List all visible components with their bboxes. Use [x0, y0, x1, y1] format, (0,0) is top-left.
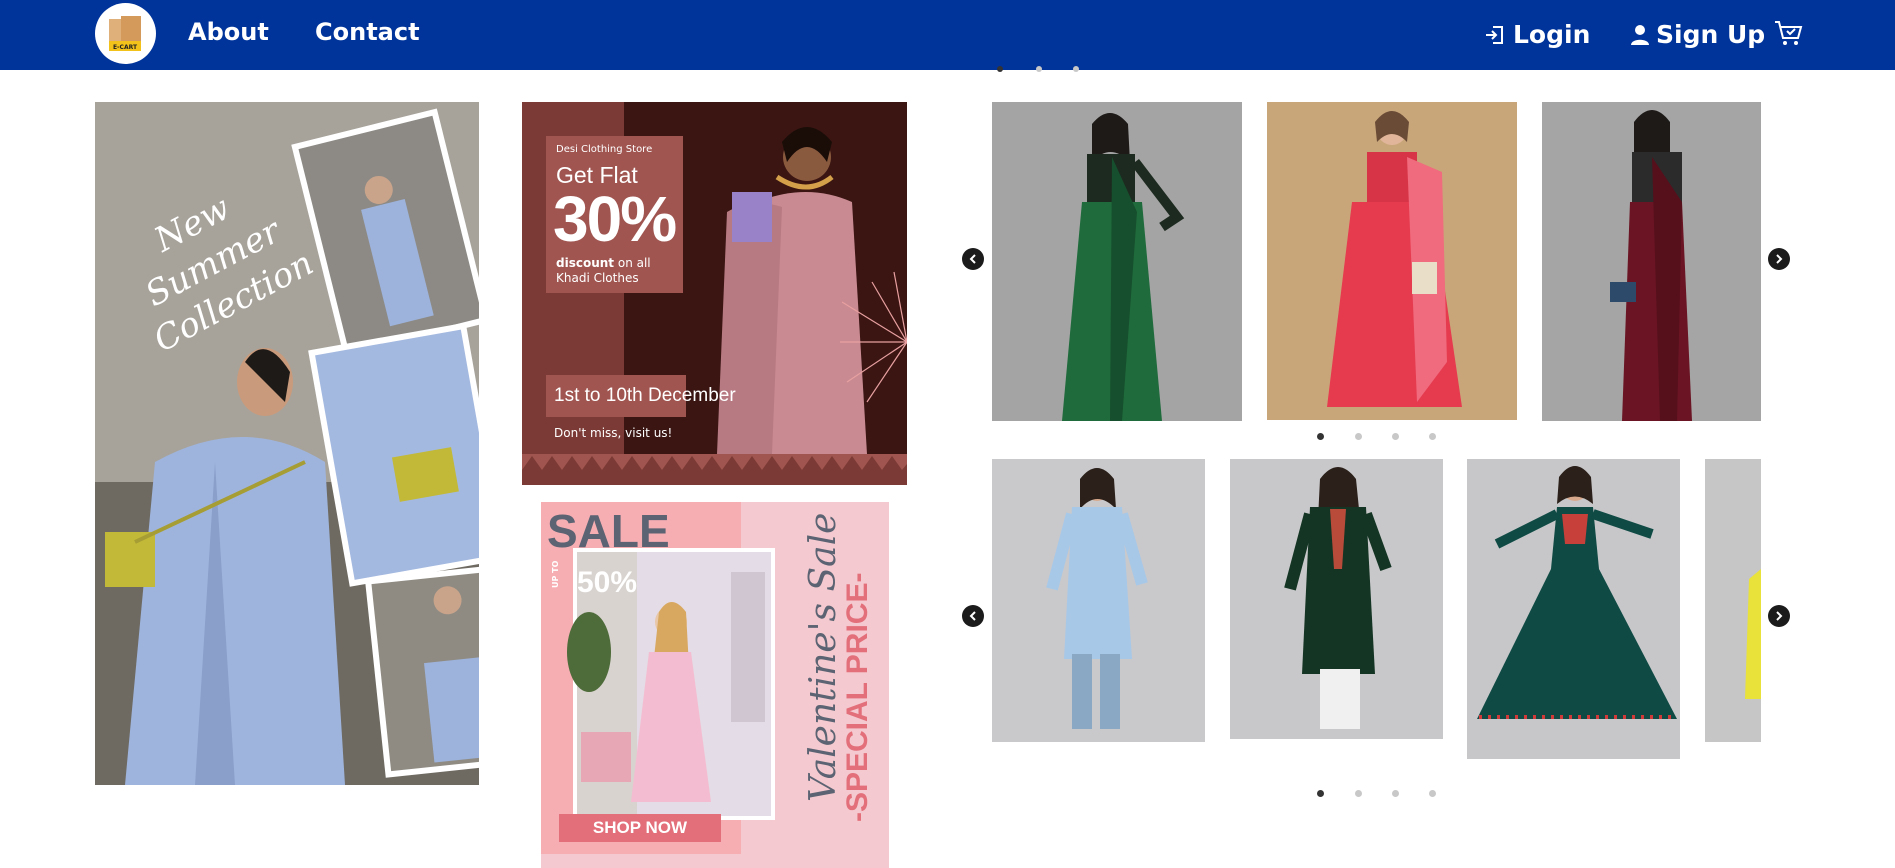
val-script: Valentine's Sale	[803, 512, 844, 802]
product-teal-anarkali[interactable]	[1467, 459, 1680, 759]
val-sale: SALE	[547, 505, 670, 557]
login-icon	[1486, 25, 1503, 44]
kurta-carousel-dot-3[interactable]	[1392, 790, 1399, 797]
product-red-saree[interactable]	[1267, 102, 1517, 420]
val-upto: UP TO	[551, 560, 560, 588]
brand-logo[interactable]: E-CART	[95, 3, 156, 64]
login-button[interactable]: Login	[1483, 20, 1590, 49]
saree-prev-arrow[interactable]	[962, 248, 984, 270]
login-label: Login	[1513, 20, 1591, 49]
signup-button[interactable]: Sign Up	[1630, 20, 1765, 49]
kurta-prev-arrow[interactable]	[962, 605, 984, 627]
nav-about-link[interactable]: About	[188, 18, 269, 46]
chevron-right-icon	[1776, 254, 1783, 264]
saree-carousel-dot-3[interactable]	[1392, 433, 1399, 440]
kurta-carousel-dot-4[interactable]	[1429, 790, 1436, 797]
product-green-saree[interactable]	[992, 102, 1242, 421]
val-shop-now[interactable]: SHOP NOW	[559, 814, 721, 842]
khadi-dates: 1st to 10th December	[554, 385, 736, 406]
logo-text: E-CART	[113, 44, 138, 51]
signup-label: Sign Up	[1656, 20, 1766, 49]
cart-icon[interactable]	[1773, 18, 1803, 52]
khadi-percent: 30%	[553, 183, 677, 255]
hero-dot[interactable]	[997, 66, 1003, 72]
promo-valentine-sale[interactable]: SALE UP TO 50% SHOP NOW Valentine's Sale…	[541, 502, 889, 868]
saree-carousel-dot-1[interactable]	[1317, 433, 1324, 440]
product-blue-kurta[interactable]	[992, 459, 1205, 742]
khadi-discount-rest: on all	[617, 256, 651, 270]
promo-summer-collection[interactable]: New Summer Collection	[95, 102, 479, 785]
kurta-carousel-dot-2[interactable]	[1355, 790, 1362, 797]
saree-carousel-dot-4[interactable]	[1429, 433, 1436, 440]
chevron-left-icon	[969, 611, 976, 621]
product-yellow-partial[interactable]	[1705, 459, 1761, 742]
khadi-discount-line: discount on all	[556, 256, 651, 270]
khadi-visit: Don't miss, visit us!	[554, 426, 673, 440]
promo-khadi-discount[interactable]: Desi Clothing Store Get Flat 30% discoun…	[522, 102, 907, 485]
kurta-carousel-dot-1[interactable]	[1317, 790, 1324, 797]
khadi-clothes: Khadi Clothes	[556, 271, 639, 285]
khadi-discount-bold: discount	[556, 256, 615, 270]
navbar: E-CART About Contact Login Sign Up	[0, 0, 1895, 70]
nav-contact-link[interactable]: Contact	[315, 18, 420, 46]
product-green-kurta[interactable]	[1230, 459, 1443, 739]
hero-dot[interactable]	[1036, 66, 1042, 72]
user-icon	[1631, 24, 1649, 45]
saree-carousel-dot-2[interactable]	[1355, 433, 1362, 440]
chevron-left-icon	[969, 254, 976, 264]
val-percent: 50%	[577, 566, 638, 599]
val-special-price: -SPECIAL PRICE-	[841, 572, 874, 822]
chevron-right-icon	[1776, 611, 1783, 621]
hero-dot[interactable]	[1073, 66, 1079, 72]
saree-next-arrow[interactable]	[1768, 248, 1790, 270]
product-maroon-saree[interactable]	[1542, 102, 1761, 421]
kurta-next-arrow[interactable]	[1768, 605, 1790, 627]
khadi-store-name: Desi Clothing Store	[556, 144, 653, 155]
